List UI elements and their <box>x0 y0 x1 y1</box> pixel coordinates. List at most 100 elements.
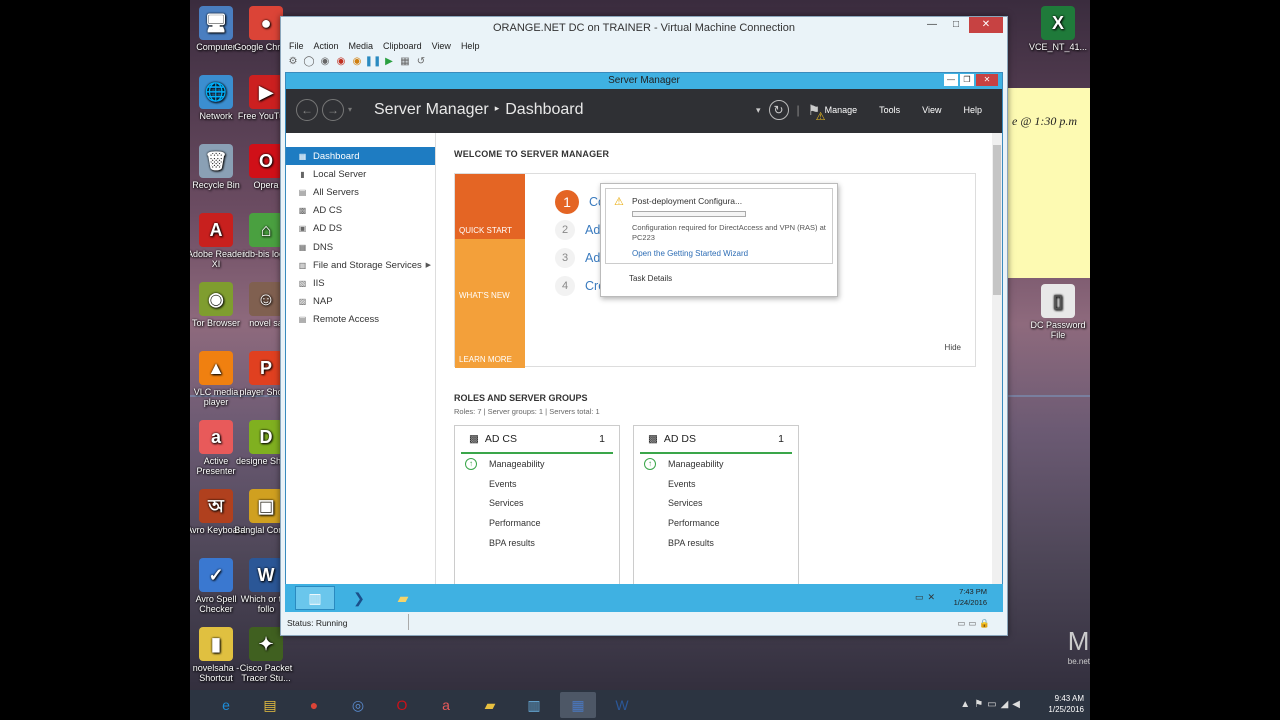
scrollbar-thumb[interactable] <box>993 145 1001 295</box>
forward-button[interactable]: → <box>322 99 344 121</box>
role-card-ad-cs[interactable]: ▩ AD CS 1 ↑ Manageability Events Services Perfo… <box>454 425 620 585</box>
warning-icon: ⚠ <box>614 196 624 208</box>
sidebar-item-nap[interactable]: ▨ NAP <box>286 293 435 311</box>
system-tray-icons[interactable]: ▲⚑▭◢◀ <box>960 699 1024 710</box>
task-details-link[interactable]: Task Details <box>629 274 672 283</box>
status-icons: ▭▭🔒 <box>957 618 993 628</box>
refresh-icon[interactable]: ↻ <box>768 100 789 120</box>
sm-close-button[interactable]: ✕ <box>976 74 998 86</box>
server-manager-taskbar-icon[interactable]: ▥ <box>295 586 335 610</box>
close-button[interactable]: ✕ <box>969 17 1003 33</box>
sidebar-item-ad-cs[interactable]: ▩ AD CS <box>286 202 435 220</box>
taskbar-clock[interactable]: 9:43 AM 1/25/2016 <box>1048 693 1084 715</box>
sidebar-item-dns[interactable]: ▦ DNS <box>286 238 435 256</box>
role-card-row[interactable]: Performance <box>455 513 619 533</box>
turn-off-icon[interactable]: ◉ <box>319 55 331 67</box>
role-card-row[interactable]: Events <box>455 474 619 494</box>
opera-icon[interactable]: O <box>384 692 420 718</box>
sidebar-item-iis[interactable]: ▧ IIS <box>286 274 435 292</box>
chrome-icon[interactable]: ● <box>296 692 332 718</box>
role-card-row[interactable]: ↑ Manageability <box>634 454 798 474</box>
sidebar-item-local-server[interactable]: ▮ Local Server <box>286 165 435 183</box>
sm-menu-manage[interactable]: Manage <box>825 105 858 115</box>
ctrl-alt-del-icon[interactable]: ⚙ <box>287 55 299 67</box>
folder-icon[interactable]: ▰ <box>472 692 508 718</box>
checkpoint-icon[interactable]: ▦ <box>399 55 411 67</box>
role-card-row[interactable]: BPA results <box>455 533 619 553</box>
vm-menu-clipboard[interactable]: Clipboard <box>383 39 422 53</box>
role-card-row[interactable]: ↑ Manageability <box>455 454 619 474</box>
refresh-dropdown-icon[interactable]: ▾ <box>756 105 761 116</box>
header-divider: | <box>796 103 800 117</box>
role-card-row[interactable]: Services <box>634 493 798 513</box>
role-card-header[interactable]: ▩ AD DS 1 <box>640 426 792 454</box>
guest-taskbar: ▥ ❯ ▰ ▭✕ 7:43 PM 1/24/2016 <box>285 584 1003 612</box>
guest-tray-icons[interactable]: ▭✕ <box>915 592 939 603</box>
sidebar-item-all-servers[interactable]: ▤ All Servers <box>286 183 435 201</box>
sm-title-bar[interactable]: Server Manager — ❐ ✕ <box>286 73 1002 89</box>
guest-clock[interactable]: 7:43 PM 1/24/2016 <box>954 586 987 608</box>
explorer-icon[interactable]: ▤ <box>252 692 288 718</box>
word-icon[interactable]: W <box>604 692 640 718</box>
revert-icon[interactable]: ↺ <box>415 55 427 67</box>
sticky-note[interactable]: e @ 1:30 p.m <box>1008 88 1090 278</box>
save-icon[interactable]: ◉ <box>351 55 363 67</box>
role-card-header[interactable]: ▩ AD CS 1 <box>461 426 613 454</box>
getting-started-wizard-link[interactable]: Open the Getting Started Wizard <box>632 249 748 258</box>
vm-menu-file[interactable]: File <box>289 39 304 53</box>
app-icon: ▣ <box>249 489 283 523</box>
vm-menu-action[interactable]: Action <box>314 39 339 53</box>
sm-menu-tools[interactable]: Tools <box>879 105 900 115</box>
breadcrumb-page: Dashboard <box>505 101 584 118</box>
role-card-row-label: Performance <box>668 517 720 528</box>
sm-minimize-button[interactable]: — <box>944 74 958 86</box>
vm-title-bar[interactable]: ORANGE.NET DC on TRAINER - Virtual Machi… <box>281 17 1007 39</box>
circle-app-icon[interactable]: ◎ <box>340 692 376 718</box>
history-dropdown-icon[interactable]: ▾ <box>348 105 352 114</box>
tile-learn-more[interactable]: LEARN MORE <box>455 304 525 368</box>
explorer-taskbar-icon[interactable]: ▰ <box>383 586 423 610</box>
server-icon[interactable]: ▥ <box>516 692 552 718</box>
sidebar-item-ad-ds[interactable]: ▣ AD DS <box>286 220 435 238</box>
vm-menu-help[interactable]: Help <box>461 39 480 53</box>
role-card-row[interactable]: Services <box>455 493 619 513</box>
sm-menu: Manage Tools View Help <box>825 105 982 115</box>
sidebar-item-dashboard[interactable]: ▦ Dashboard <box>286 147 435 166</box>
role-card-row[interactable]: BPA results <box>634 533 798 553</box>
sm-menu-help[interactable]: Help <box>963 105 982 115</box>
back-button[interactable]: ← <box>296 99 318 121</box>
pause-icon[interactable]: ❚❚ <box>365 55 382 67</box>
sidebar-item-file-and-storage-services[interactable]: ▥ File and Storage Services ▶ <box>286 256 435 274</box>
desktop-icon[interactable]: ▯ DC Password File <box>1026 284 1090 340</box>
shutdown-icon[interactable]: ◉ <box>335 55 347 67</box>
app-icon: 🗑 <box>199 144 233 178</box>
role-card-row[interactable]: Performance <box>634 513 798 533</box>
sm-menu-view[interactable]: View <box>922 105 941 115</box>
start-icon[interactable]: ◯ <box>303 55 315 67</box>
tile-whats-new[interactable]: WHAT'S NEW <box>455 239 525 304</box>
notifications-flag-icon[interactable]: ⚑ ⚠ <box>808 102 826 123</box>
expand-arrow-icon[interactable]: ▶ <box>426 261 431 269</box>
vm-connection-icon[interactable]: ▦ <box>560 692 596 718</box>
sidebar-item-icon: ▤ <box>298 187 307 197</box>
vm-menu-media[interactable]: Media <box>349 39 374 53</box>
desktop-icon[interactable]: X VCE_NT_41... <box>1026 6 1090 52</box>
hide-link[interactable]: Hide <box>945 343 961 352</box>
resume-icon[interactable]: ▶ <box>383 55 395 67</box>
sm-restore-button[interactable]: ❐ <box>960 74 974 86</box>
vertical-scrollbar[interactable] <box>992 133 1002 585</box>
ie-icon[interactable]: e <box>208 692 244 718</box>
maximize-button[interactable]: □ <box>945 17 967 33</box>
role-card-ad-ds[interactable]: ▩ AD DS 1 ↑ Manageability Events Services Perfo… <box>633 425 799 585</box>
vm-menu-view[interactable]: View <box>432 39 451 53</box>
active-presenter-icon[interactable]: a <box>428 692 464 718</box>
role-card-title: AD CS <box>484 433 518 445</box>
breadcrumb-app[interactable]: Server Manager <box>374 101 489 118</box>
tile-quick-start[interactable]: QUICK START <box>455 174 525 239</box>
sidebar-item-remote-access[interactable]: ▤ Remote Access <box>286 311 435 329</box>
sidebar-item-icon: ▧ <box>298 278 307 288</box>
minimize-button[interactable]: — <box>921 17 943 33</box>
vm-toolbar: ⚙ ◯ ◉ ◉ ◉ ❚❚ ▶ ▦ ↺ <box>281 53 1007 69</box>
powershell-taskbar-icon[interactable]: ❯ <box>339 586 379 610</box>
role-card-row[interactable]: Events <box>634 474 798 494</box>
